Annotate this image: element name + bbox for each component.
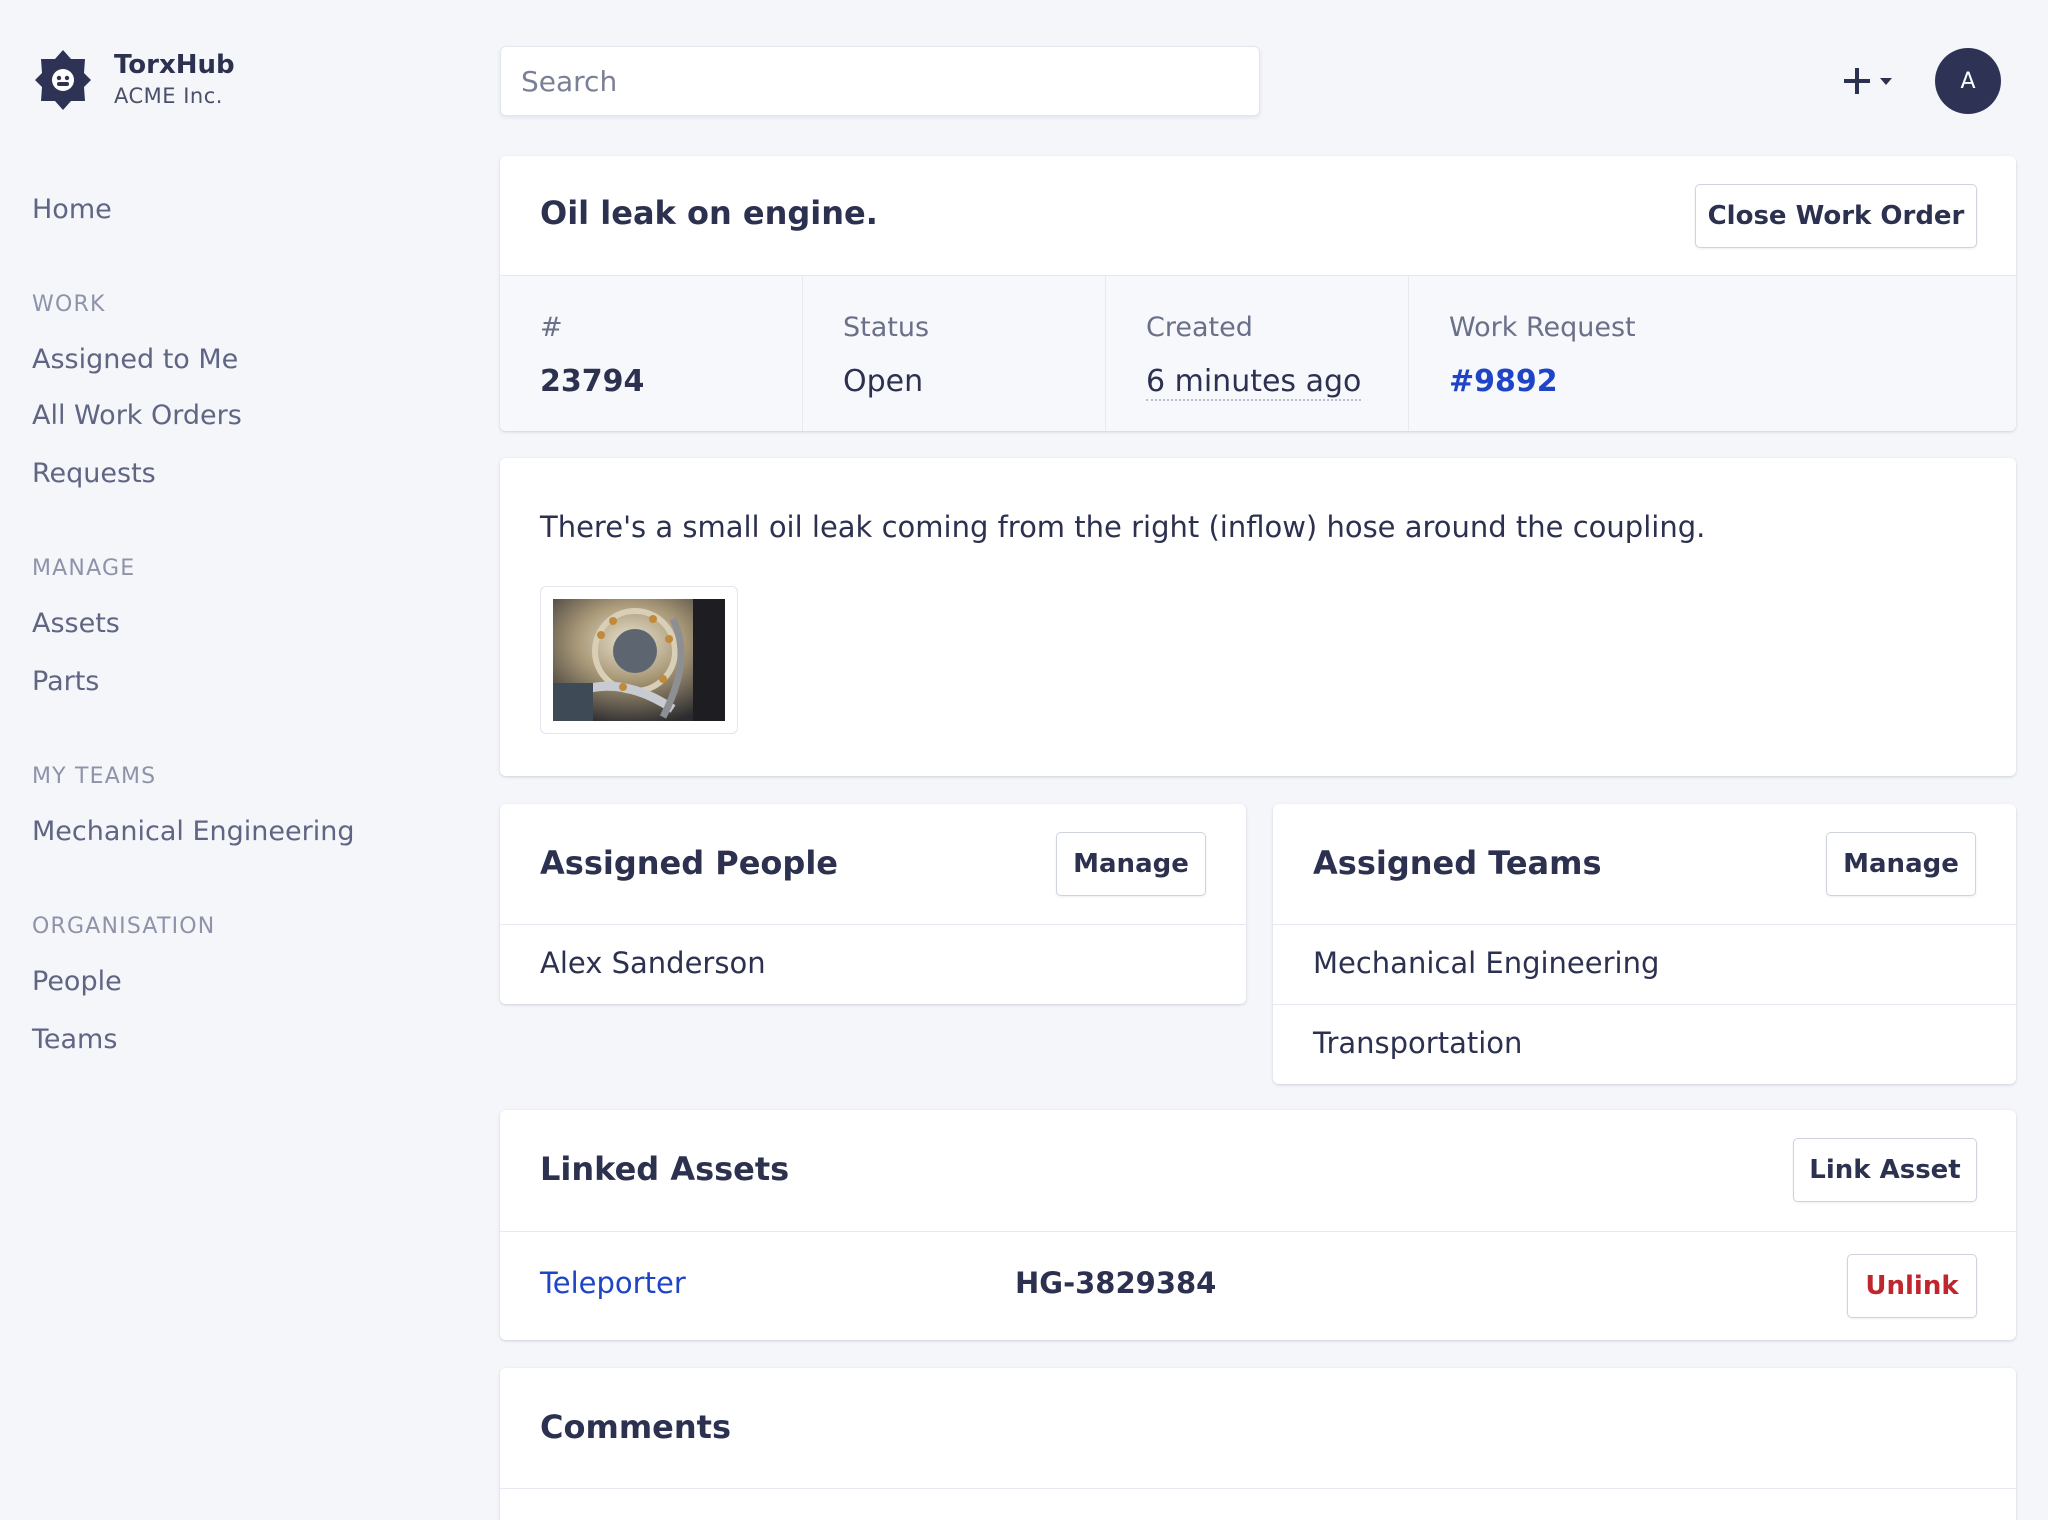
divider	[500, 924, 1246, 925]
created-time: 6 minutes ago	[1146, 364, 1362, 401]
manage-teams-button[interactable]: Manage	[1826, 832, 1976, 896]
stat-number: # 23794	[500, 276, 803, 431]
sidebar: TorxHub ACME Inc. Home WORK Assigned to …	[0, 0, 480, 1520]
assigned-teams-card: Assigned Teams Manage Mechanical Enginee…	[1273, 804, 2016, 1084]
created-value: 6 minutes ago	[1146, 362, 1408, 402]
manage-people-button[interactable]: Manage	[1056, 832, 1206, 896]
nav-item-people[interactable]: People	[32, 966, 122, 997]
stat-status: Status Open	[803, 276, 1106, 431]
create-new-button[interactable]	[1838, 56, 1898, 106]
divider	[1273, 1004, 2016, 1005]
nav-item-mechanical-engineering[interactable]: Mechanical Engineering	[32, 816, 355, 847]
assigned-team[interactable]: Mechanical Engineering	[1313, 946, 1659, 980]
linked-assets-card: Linked Assets Link Asset Teleporter HG-3…	[500, 1110, 2016, 1340]
plus-icon	[1844, 68, 1892, 94]
search-input[interactable]	[500, 46, 1260, 116]
gear-logo-icon	[35, 50, 91, 110]
stat-label: Work Request	[1449, 312, 1636, 343]
stat-label: #	[540, 312, 563, 343]
nav-item-teams[interactable]: Teams	[32, 1024, 117, 1055]
stat-created: Created 6 minutes ago	[1106, 276, 1409, 431]
asset-code: HG-3829384	[1015, 1266, 1217, 1300]
link-asset-button[interactable]: Link Asset	[1793, 1138, 1977, 1202]
engine-photo	[553, 599, 725, 721]
nav-section-my-teams: MY TEAMS	[32, 764, 157, 789]
nav-section-manage: MANAGE	[32, 556, 136, 581]
asset-link[interactable]: Teleporter	[540, 1266, 686, 1300]
comments-title: Comments	[540, 1408, 731, 1446]
stat-label: Status	[843, 312, 930, 343]
caret-down-icon	[1880, 78, 1892, 85]
assigned-teams-title: Assigned Teams	[1313, 844, 1602, 882]
brand-name: TorxHub	[114, 50, 235, 80]
attachment-thumbnail[interactable]	[540, 586, 738, 734]
close-work-order-button[interactable]: Close Work Order	[1695, 184, 1977, 248]
work-order-title: Oil leak on engine.	[540, 194, 878, 232]
avatar[interactable]: A	[1935, 48, 2001, 114]
work-order-number: 23794	[540, 364, 645, 399]
divider	[500, 1231, 2016, 1232]
comments-card: Comments	[500, 1368, 2016, 1520]
work-order-card: Oil leak on engine. Close Work Order # 2…	[500, 156, 2016, 431]
work-request-link[interactable]: #9892	[1449, 362, 2016, 402]
assigned-person[interactable]: Alex Sanderson	[540, 946, 766, 980]
stat-label: Created	[1146, 312, 1253, 343]
nav-item-parts[interactable]: Parts	[32, 666, 99, 697]
nav-item-assigned-to-me[interactable]: Assigned to Me	[32, 344, 238, 375]
divider	[500, 1488, 2016, 1489]
nav-item-assets[interactable]: Assets	[32, 608, 120, 639]
nav-item-home[interactable]: Home	[32, 194, 112, 225]
stat-work-request: Work Request #9892	[1409, 276, 2016, 431]
description-card: There's a small oil leak coming from the…	[500, 458, 2016, 776]
divider	[1273, 924, 2016, 925]
brand[interactable]: TorxHub ACME Inc.	[34, 48, 235, 112]
assigned-people-title: Assigned People	[540, 844, 838, 882]
assigned-people-card: Assigned People Manage Alex Sanderson	[500, 804, 1246, 1004]
work-order-description: There's a small oil leak coming from the…	[540, 510, 1706, 544]
nav-section-organisation: ORGANISATION	[32, 914, 216, 939]
brand-org: ACME Inc.	[114, 84, 223, 108]
linked-assets-title: Linked Assets	[540, 1150, 790, 1188]
unlink-asset-button[interactable]: Unlink	[1847, 1254, 1977, 1318]
nav-section-work: WORK	[32, 292, 106, 317]
nav-item-all-work-orders[interactable]: All Work Orders	[32, 400, 242, 431]
assigned-team[interactable]: Transportation	[1313, 1026, 1522, 1060]
nav-item-requests[interactable]: Requests	[32, 458, 156, 489]
status-value: Open	[843, 364, 924, 399]
work-order-stats: # 23794 Status Open Created 6 minutes ag…	[500, 275, 2016, 431]
